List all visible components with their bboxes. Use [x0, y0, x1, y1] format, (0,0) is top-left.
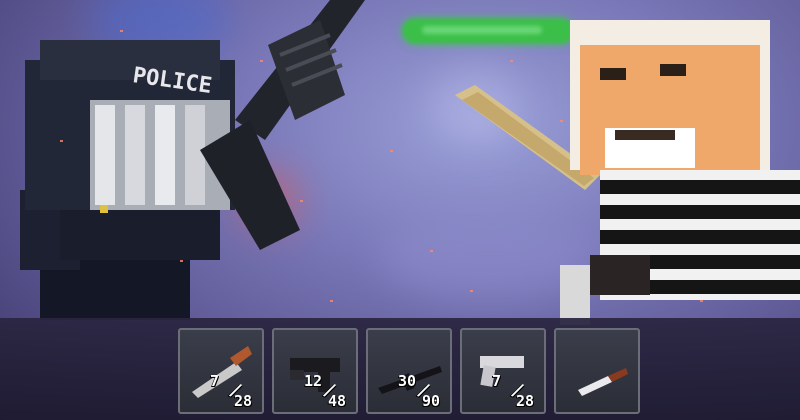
rifle-icon — [378, 366, 442, 394]
weapon-slot-4[interactable]: 7 / 28 — [460, 328, 546, 414]
ammo-clip: 7 — [492, 372, 502, 390]
ammo-reserve: 90 — [422, 392, 441, 410]
hotbar-slots: 7 / 28 12 / 48 30 / 90 7 / 28 — [178, 328, 640, 414]
ammo-clip: 30 — [398, 372, 417, 390]
weapon-slot-1[interactable]: 7 / 28 — [178, 328, 264, 414]
shotgun-icon — [192, 346, 252, 398]
ammo-clip: 7 — [210, 372, 220, 390]
ammo-reserve: 28 — [234, 392, 253, 410]
weapon-slot-2[interactable]: 12 / 48 — [272, 328, 358, 414]
ammo-reserve: 28 — [516, 392, 535, 410]
weapon-slot-5[interactable] — [554, 328, 640, 414]
knife-icon — [578, 368, 628, 396]
smg-icon — [290, 358, 340, 392]
pistol-icon — [480, 356, 524, 387]
police-character: POLICE — [20, 40, 235, 320]
ammo-reserve: 48 — [328, 392, 347, 410]
prisoner-character — [560, 20, 800, 325]
ammo-clip: 12 — [304, 372, 323, 390]
weapon-slot-3[interactable]: 30 / 90 — [366, 328, 452, 414]
